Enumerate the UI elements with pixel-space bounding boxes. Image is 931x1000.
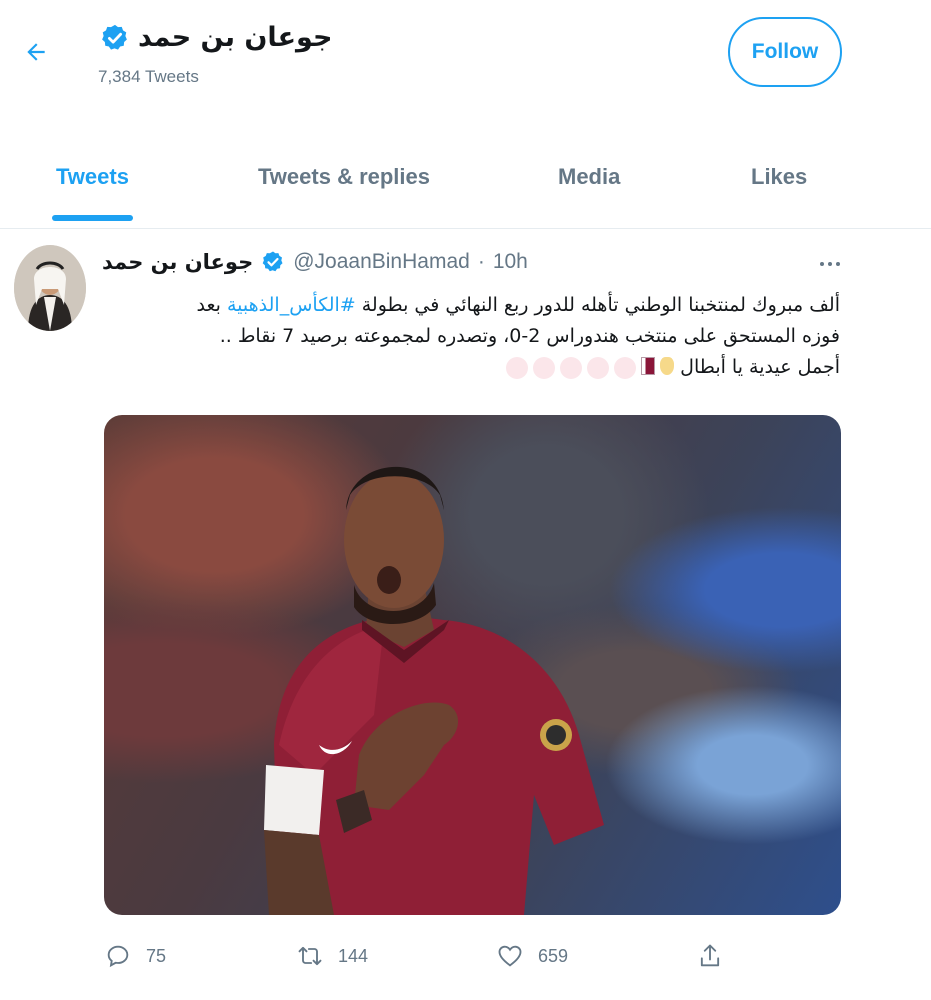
more-dot [828, 262, 832, 266]
retweet-button[interactable]: 144 [296, 942, 368, 970]
tweet-text-part: ألف مبروك لمنتخبنا الوطني تأهله للدور رب… [355, 294, 840, 316]
heart-emoji-icon [587, 356, 610, 379]
heart-emoji-icon [560, 356, 583, 379]
more-options-button[interactable] [816, 252, 844, 276]
share-button[interactable] [696, 942, 724, 970]
tweet-line-1: ألف مبروك لمنتخبنا الوطني تأهله للدور رب… [100, 290, 840, 321]
profile-header: جوعان بن حمد 7,384 Tweets Follow [0, 0, 931, 110]
active-tab-indicator [52, 215, 133, 221]
share-icon [700, 944, 720, 967]
retweet-count: 144 [338, 945, 369, 966]
tweet-author-name[interactable]: جوعان بن حمد [102, 250, 253, 274]
tweet-count: 7,384 Tweets [98, 67, 199, 86]
verified-badge-icon [262, 251, 283, 272]
avatar[interactable] [14, 245, 86, 331]
separator-dot: · [477, 250, 485, 273]
tweet-text-part: بعد [196, 294, 227, 316]
tweet-timestamp[interactable]: 10h [493, 250, 528, 274]
more-dot [836, 262, 840, 266]
retweet-icon [298, 946, 322, 966]
verified-badge-icon [102, 24, 127, 50]
tab-tweets[interactable]: Tweets [56, 164, 129, 190]
tweet-actions: 75 144 659 [0, 930, 931, 990]
tweet-line-3: أجمل عيدية يا أبطال [100, 352, 840, 383]
tweet-text-part: أجمل عيدية يا أبطال [680, 356, 840, 378]
profile-name-row: جوعان بن حمد [100, 22, 332, 53]
tabs-divider [0, 228, 931, 229]
tweet-text: ألف مبروك لمنتخبنا الوطني تأهله للدور رب… [100, 290, 840, 383]
arrow-left-icon [27, 43, 45, 61]
reply-count: 75 [146, 945, 167, 966]
tweet-author-handle[interactable]: @JoaanBinHamad [293, 250, 470, 274]
crossed-fingers-icon [660, 356, 675, 375]
footballer-photo [264, 466, 604, 915]
like-count: 659 [538, 945, 569, 966]
heart-icon [498, 945, 522, 967]
reply-button[interactable]: 75 [104, 942, 166, 970]
emoji-group [506, 356, 675, 379]
tab-likes[interactable]: Likes [751, 164, 807, 190]
more-dots-icon [820, 262, 824, 266]
back-button[interactable] [20, 36, 52, 68]
profile-name: جوعان بن حمد [138, 22, 333, 53]
tweet-header: جوعان بن حمد @JoaanBinHamad · 10h [102, 250, 528, 274]
tweet-photo[interactable] [104, 415, 841, 915]
heart-emoji-icon [533, 356, 556, 379]
follow-button[interactable]: Follow [728, 17, 842, 87]
profile-tabs: Tweets Tweets & replies Media Likes [0, 150, 931, 230]
tab-tweets-and-replies[interactable]: Tweets & replies [258, 164, 430, 190]
heart-emoji-icon [614, 356, 637, 379]
hashtag-link[interactable]: #الكأس_الذهبية [227, 294, 356, 316]
heart-emoji-icon [506, 356, 529, 379]
avatar-image [14, 245, 86, 331]
tweet-line-2: فوزه المستحق على منتخب هندوراس 2-0، وتصد… [219, 325, 840, 347]
reply-icon [107, 945, 129, 968]
like-button[interactable]: 659 [496, 942, 568, 970]
tab-media[interactable]: Media [558, 164, 620, 190]
qatar-flag-icon [641, 356, 656, 375]
